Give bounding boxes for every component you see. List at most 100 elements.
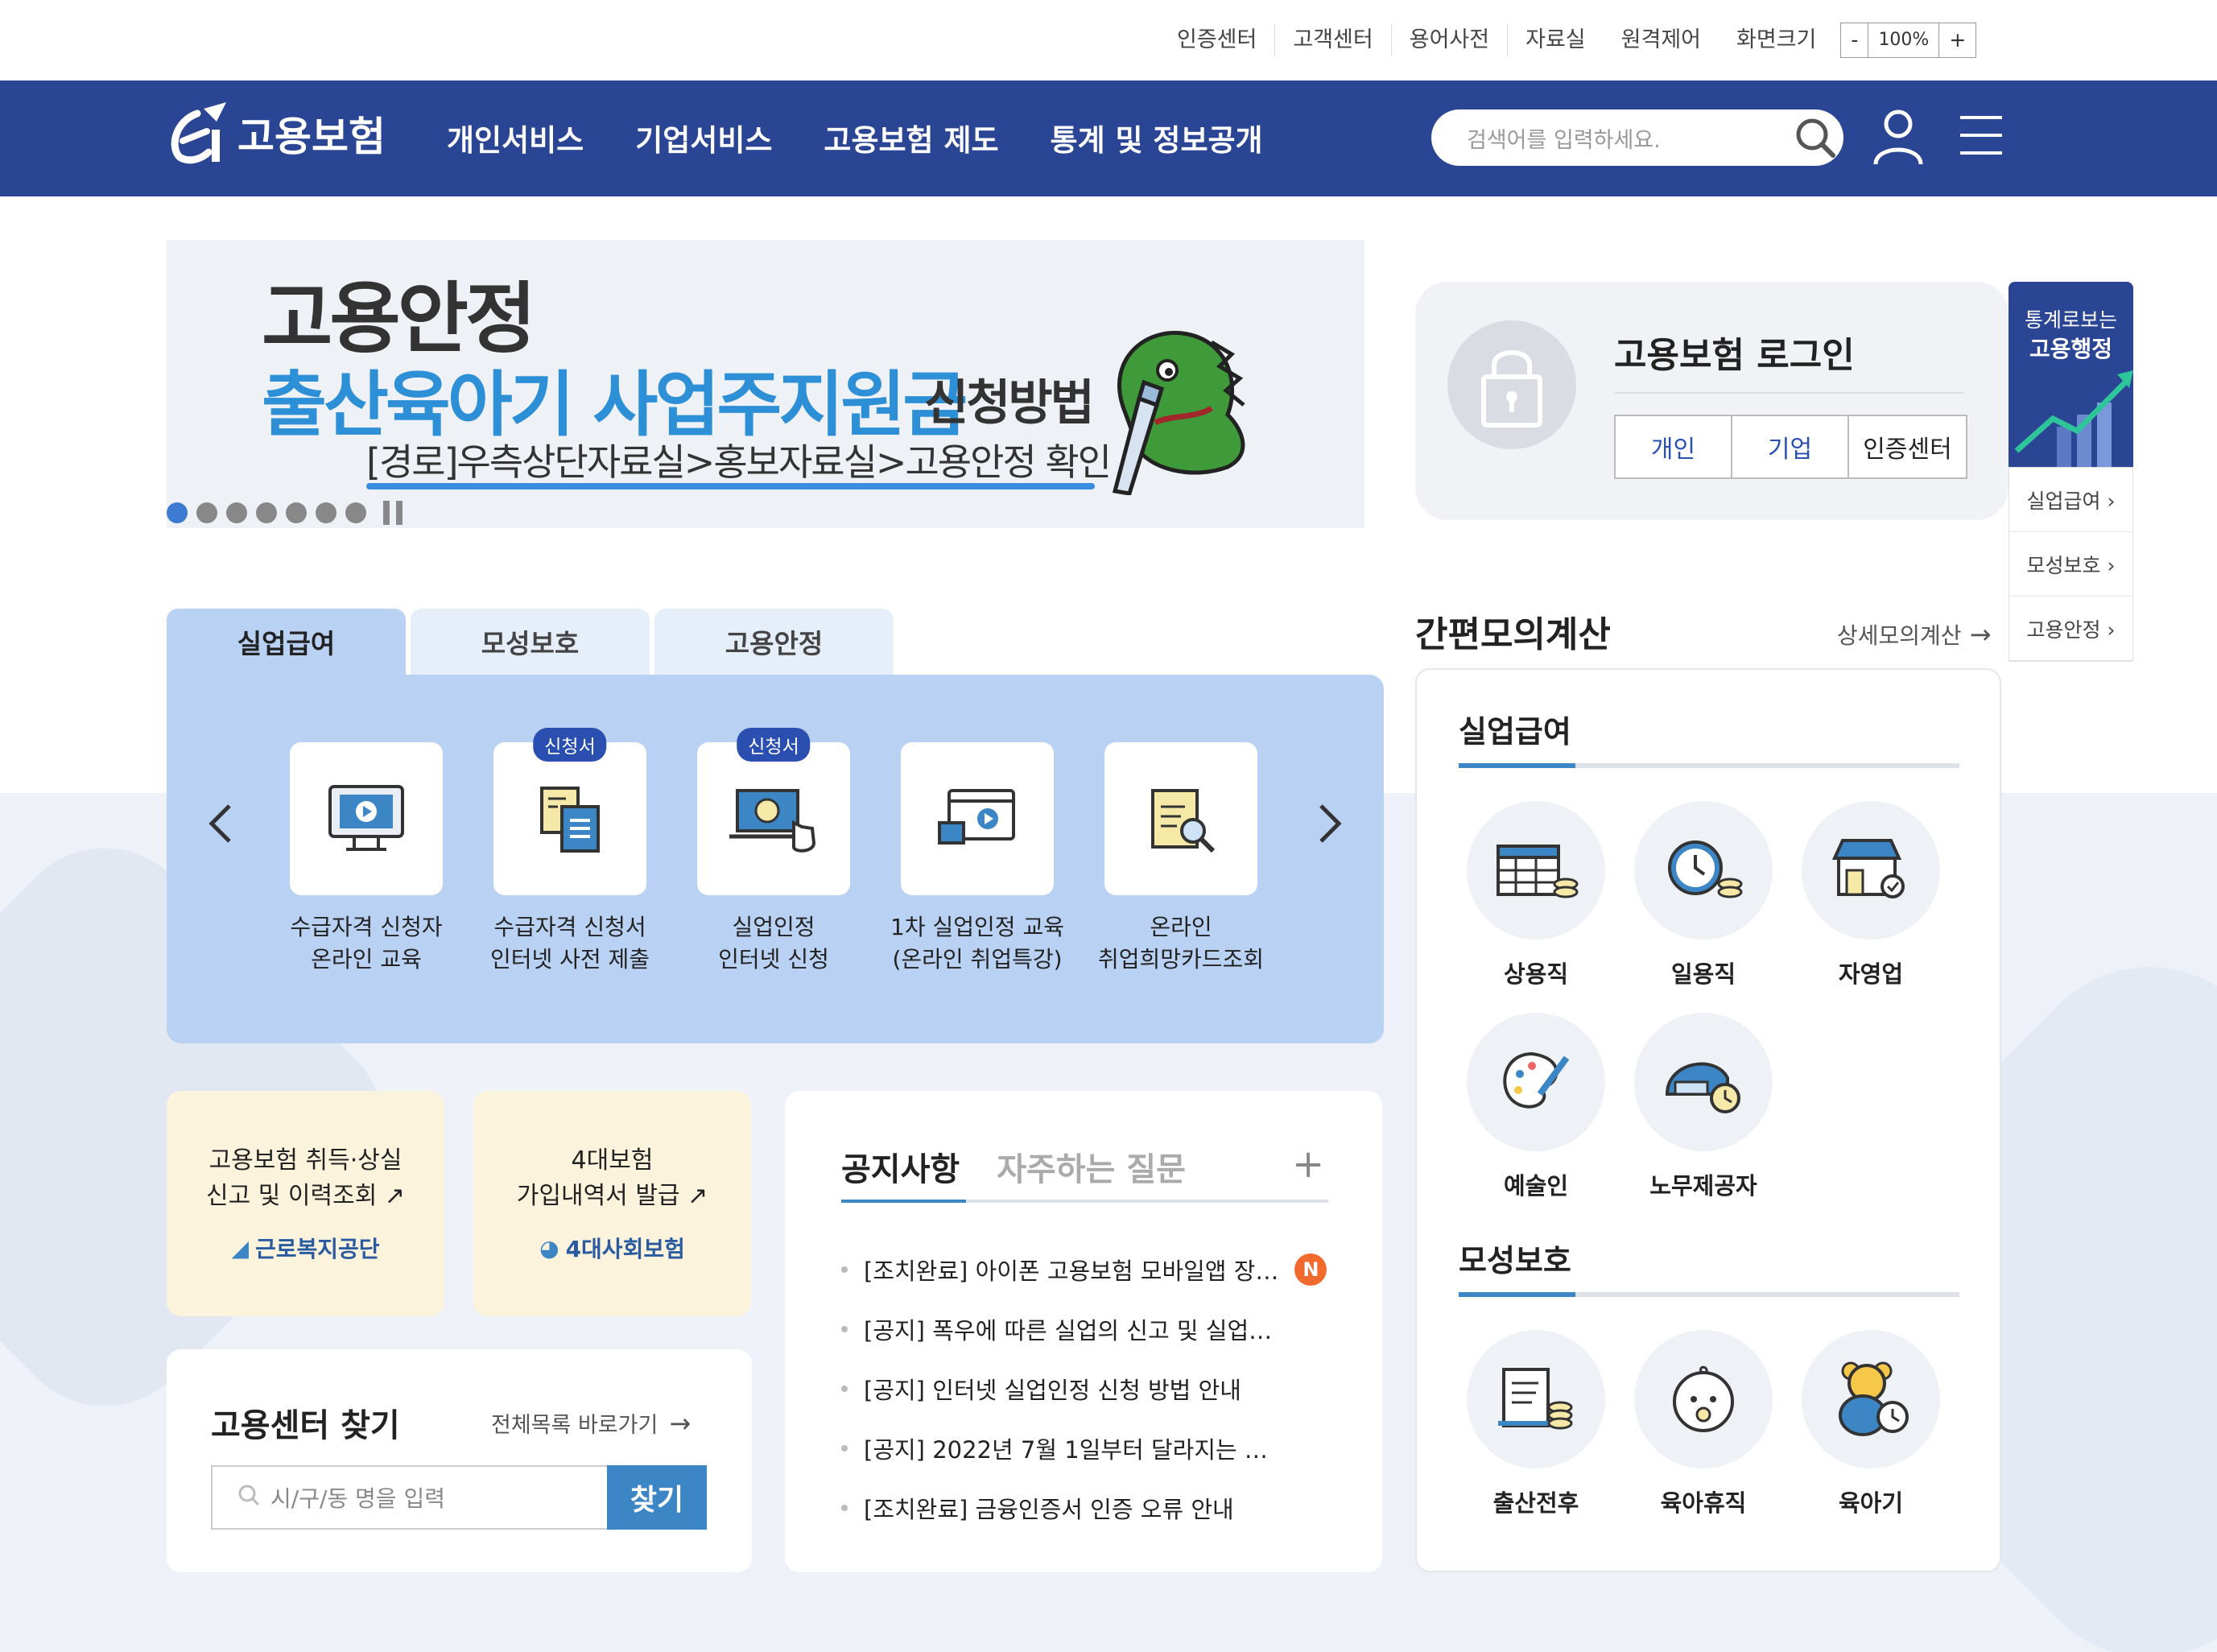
calc-item-parental-leave[interactable]: 육아휴직 xyxy=(1634,1330,1773,1518)
zoom-out-button[interactable]: - xyxy=(1841,23,1868,57)
tab-stability[interactable]: 고용안정 xyxy=(654,609,894,675)
menu-business[interactable]: 기업서비스 xyxy=(635,116,772,159)
util-link-remote[interactable]: 원격제어 xyxy=(1604,24,1719,56)
bullet-icon xyxy=(841,1326,848,1332)
laptop-click-icon xyxy=(697,742,850,895)
calc-item-platform-worker[interactable]: 노무제공자 xyxy=(1634,1013,1773,1201)
notice-item[interactable]: [조치완료] 금융인증서 인증 오류 안내 xyxy=(841,1478,1328,1538)
calc-item-regular[interactable]: 상용직 xyxy=(1467,801,1605,989)
menu-statistics[interactable]: 통계 및 정보공개 xyxy=(1051,116,1263,159)
calc-item-label: 노무제공자 xyxy=(1649,1172,1757,1200)
login-divider xyxy=(1614,392,1964,394)
service-item[interactable]: 1차 실업인정 교육 (온라인 취업특강) xyxy=(890,742,1064,976)
center-find-button[interactable]: 찾기 xyxy=(607,1465,707,1530)
tab-unemployment[interactable]: 실업급여 xyxy=(167,609,406,675)
calc-section-line xyxy=(1459,1292,1959,1297)
notice-item-text: [조치완료] 아이폰 고용보험 모바일앱 장… xyxy=(864,1258,1279,1285)
calc-section-title: 실업급여 xyxy=(1459,714,1571,750)
center-search-input[interactable]: 시/구/동 명을 입력 xyxy=(211,1465,609,1530)
side-link-unemployment[interactable]: 실업급여 › xyxy=(2009,468,2132,532)
search-box[interactable]: 검색어를 입력하세요. xyxy=(1431,109,1843,166)
util-link-glossary[interactable]: 용어사전 xyxy=(1392,24,1509,56)
calc-detail-link[interactable]: 상세모의계산 → xyxy=(1837,618,1991,650)
card-line1: 4대보험 xyxy=(571,1146,654,1175)
service-item[interactable]: 수급자격 신청자 온라인 교육 xyxy=(290,742,443,976)
tab-faq[interactable]: 자주하는 질문 xyxy=(997,1143,1186,1190)
service-list: 수급자격 신청자 온라인 교육 신청서 수급자격 신청서 인터넷 사전 제출 신청서… xyxy=(290,728,1308,976)
service-item[interactable]: 신청서 실업인정 인터넷 신청 xyxy=(697,728,850,976)
calc-row: 상용직 일용직 자영업 xyxy=(1467,801,1940,989)
quick-card-4insurance[interactable]: 4대보험 가입내역서 발급 ↗ ◕ 4대사회보험 xyxy=(473,1091,751,1316)
service-tabs: 실업급여 모성보호 고용안정 xyxy=(167,609,898,675)
util-link-archive[interactable]: 자료실 xyxy=(1508,24,1604,56)
search-icon xyxy=(237,1483,261,1513)
notice-more-button[interactable]: + xyxy=(1292,1142,1324,1187)
banner-dot[interactable] xyxy=(345,502,366,523)
bullet-icon xyxy=(841,1445,848,1452)
calc-item-label: 육아휴직 xyxy=(1660,1489,1747,1517)
login-buttons: 개인 기업 인증센터 xyxy=(1614,415,1967,479)
utility-bar: 인증센터 고객센터 용어사전 자료실 원격제어 화면크기 - 100% + xyxy=(1159,23,1977,58)
service-label-line1: 실업인정 xyxy=(732,914,815,940)
next-arrow-icon[interactable] xyxy=(1316,801,1345,849)
notice-item[interactable]: [공지] 폭우에 따른 실업의 신고 및 실업인정 … xyxy=(841,1299,1328,1359)
user-icon[interactable] xyxy=(1872,108,1925,169)
bullet-icon xyxy=(841,1266,848,1273)
pause-icon[interactable] xyxy=(383,501,409,525)
banner-path: [경로]우측상단자료실>홍보자료실>고용안정 확인 xyxy=(366,440,1112,484)
banner-dot[interactable] xyxy=(167,502,188,523)
hamburger-menu-icon[interactable] xyxy=(1959,113,2004,161)
service-label-line2: 온라인 교육 xyxy=(311,946,422,973)
menu-system[interactable]: 고용보험 제도 xyxy=(824,116,998,159)
banner-dot[interactable] xyxy=(256,502,277,523)
center-find-card xyxy=(167,1349,752,1572)
calc-item-artist[interactable]: 예술인 xyxy=(1467,1013,1605,1201)
calc-item-daily[interactable]: 일용직 xyxy=(1634,801,1773,989)
service-item[interactable]: 신청서 수급자격 신청서 인터넷 사전 제출 xyxy=(490,728,650,976)
video-window-icon xyxy=(901,742,1054,895)
quick-card-insurance-history[interactable]: 고용보험 취득·상실 신고 및 이력조회 ↗ ◢ 근로복지공단 xyxy=(167,1091,444,1316)
login-personal-button[interactable]: 개인 xyxy=(1616,416,1732,477)
logo[interactable]: 고용보험 xyxy=(165,95,386,172)
tab-maternity[interactable]: 모성보호 xyxy=(411,609,650,675)
stats-title-line1: 통계로보는 xyxy=(2024,308,2117,332)
side-link-stability[interactable]: 고용안정 › xyxy=(2009,597,2132,661)
dinosaur-mascot-icon xyxy=(1091,310,1276,498)
calc-item-childcare-period[interactable]: 육아기 xyxy=(1802,1330,1940,1518)
calc-section-line xyxy=(1459,763,1959,768)
banner-dot[interactable] xyxy=(226,502,247,523)
side-link-maternity[interactable]: 모성보호 › xyxy=(2009,532,2132,597)
prev-arrow-icon[interactable] xyxy=(205,801,234,849)
util-link-customer[interactable]: 고객센터 xyxy=(1275,24,1392,56)
notice-item[interactable]: [공지] 인터넷 실업인정 신청 방법 안내 xyxy=(841,1359,1328,1419)
store-icon xyxy=(1802,801,1940,940)
login-cert-button[interactable]: 인증센터 xyxy=(1849,416,1966,477)
notice-item[interactable]: [공지] 2022년 7월 1일부터 달라지는 실업인… xyxy=(841,1419,1328,1478)
search-input[interactable]: 검색어를 입력하세요. xyxy=(1467,122,1787,154)
4insurance-logo-icon: ◕ xyxy=(539,1234,559,1262)
tab-notice[interactable]: 공지사항 xyxy=(841,1143,960,1190)
external-link-icon: ↗ xyxy=(384,1182,405,1210)
arrow-right-icon: → xyxy=(669,1407,692,1439)
service-label-line1: 1차 실업인정 교육 xyxy=(890,914,1064,940)
calc-item-self-employed[interactable]: 자영업 xyxy=(1802,801,1940,989)
banner-dot[interactable] xyxy=(316,502,336,523)
card-line1: 고용보험 취득·상실 xyxy=(208,1146,403,1175)
notice-item-text: [공지] 2022년 7월 1일부터 달라지는 실업인… xyxy=(864,1436,1282,1464)
login-business-button[interactable]: 기업 xyxy=(1732,416,1849,477)
stats-quick-card[interactable]: 통계로보는 고용행정 xyxy=(2009,282,2133,467)
banner-headline-suffix: 신청방법 xyxy=(924,375,1095,432)
center-list-link[interactable]: 전체목록 바로가기 → xyxy=(491,1407,691,1439)
notice-item[interactable]: [조치완료] 아이폰 고용보험 모바일앱 장… N xyxy=(841,1240,1328,1299)
bullet-icon xyxy=(841,1386,848,1392)
banner-dot[interactable] xyxy=(196,502,217,523)
service-item[interactable]: 온라인 취업희망카드조회 xyxy=(1098,742,1264,976)
search-icon[interactable] xyxy=(1787,115,1843,160)
calc-item-maternity-leave[interactable]: 출산전후 xyxy=(1467,1330,1605,1518)
banner-dot[interactable] xyxy=(286,502,307,523)
util-link-cert[interactable]: 인증센터 xyxy=(1159,24,1276,56)
calc-item-label: 육아기 xyxy=(1838,1489,1904,1517)
zoom-in-button[interactable]: + xyxy=(1939,23,1975,57)
external-link-icon: ↗ xyxy=(687,1182,708,1210)
menu-personal[interactable]: 개인서비스 xyxy=(447,116,584,159)
